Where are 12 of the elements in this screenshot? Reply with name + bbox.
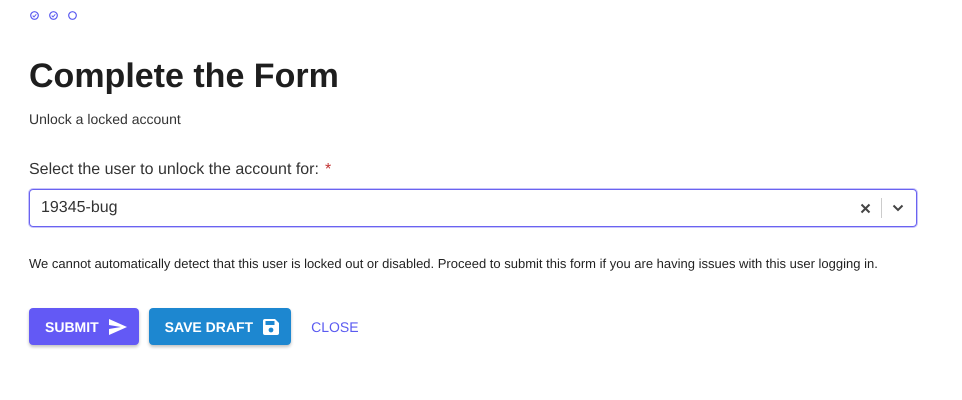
required-mark: * [324,161,332,179]
close-link[interactable]: CLOSE [311,318,359,334]
field-label: Select the user to unlock the account for: [29,161,319,179]
chevron-down-icon[interactable] [892,204,904,212]
page-title: Complete the Form [29,56,340,96]
clear-icon[interactable] [860,202,871,214]
user-select[interactable]: 19345-bug [29,189,917,227]
save-draft-button[interactable]: SAVE DRAFT [148,308,292,345]
notice-text: We cannot automatically detect that this user is locked out or disabled. Proceed to submit this form if you are having issues with this user logging in. [29,255,879,273]
page-subtitle: Unlock a locked account [29,111,182,127]
send-icon [108,318,127,334]
submit-button[interactable]: SUBMIT [29,308,139,345]
